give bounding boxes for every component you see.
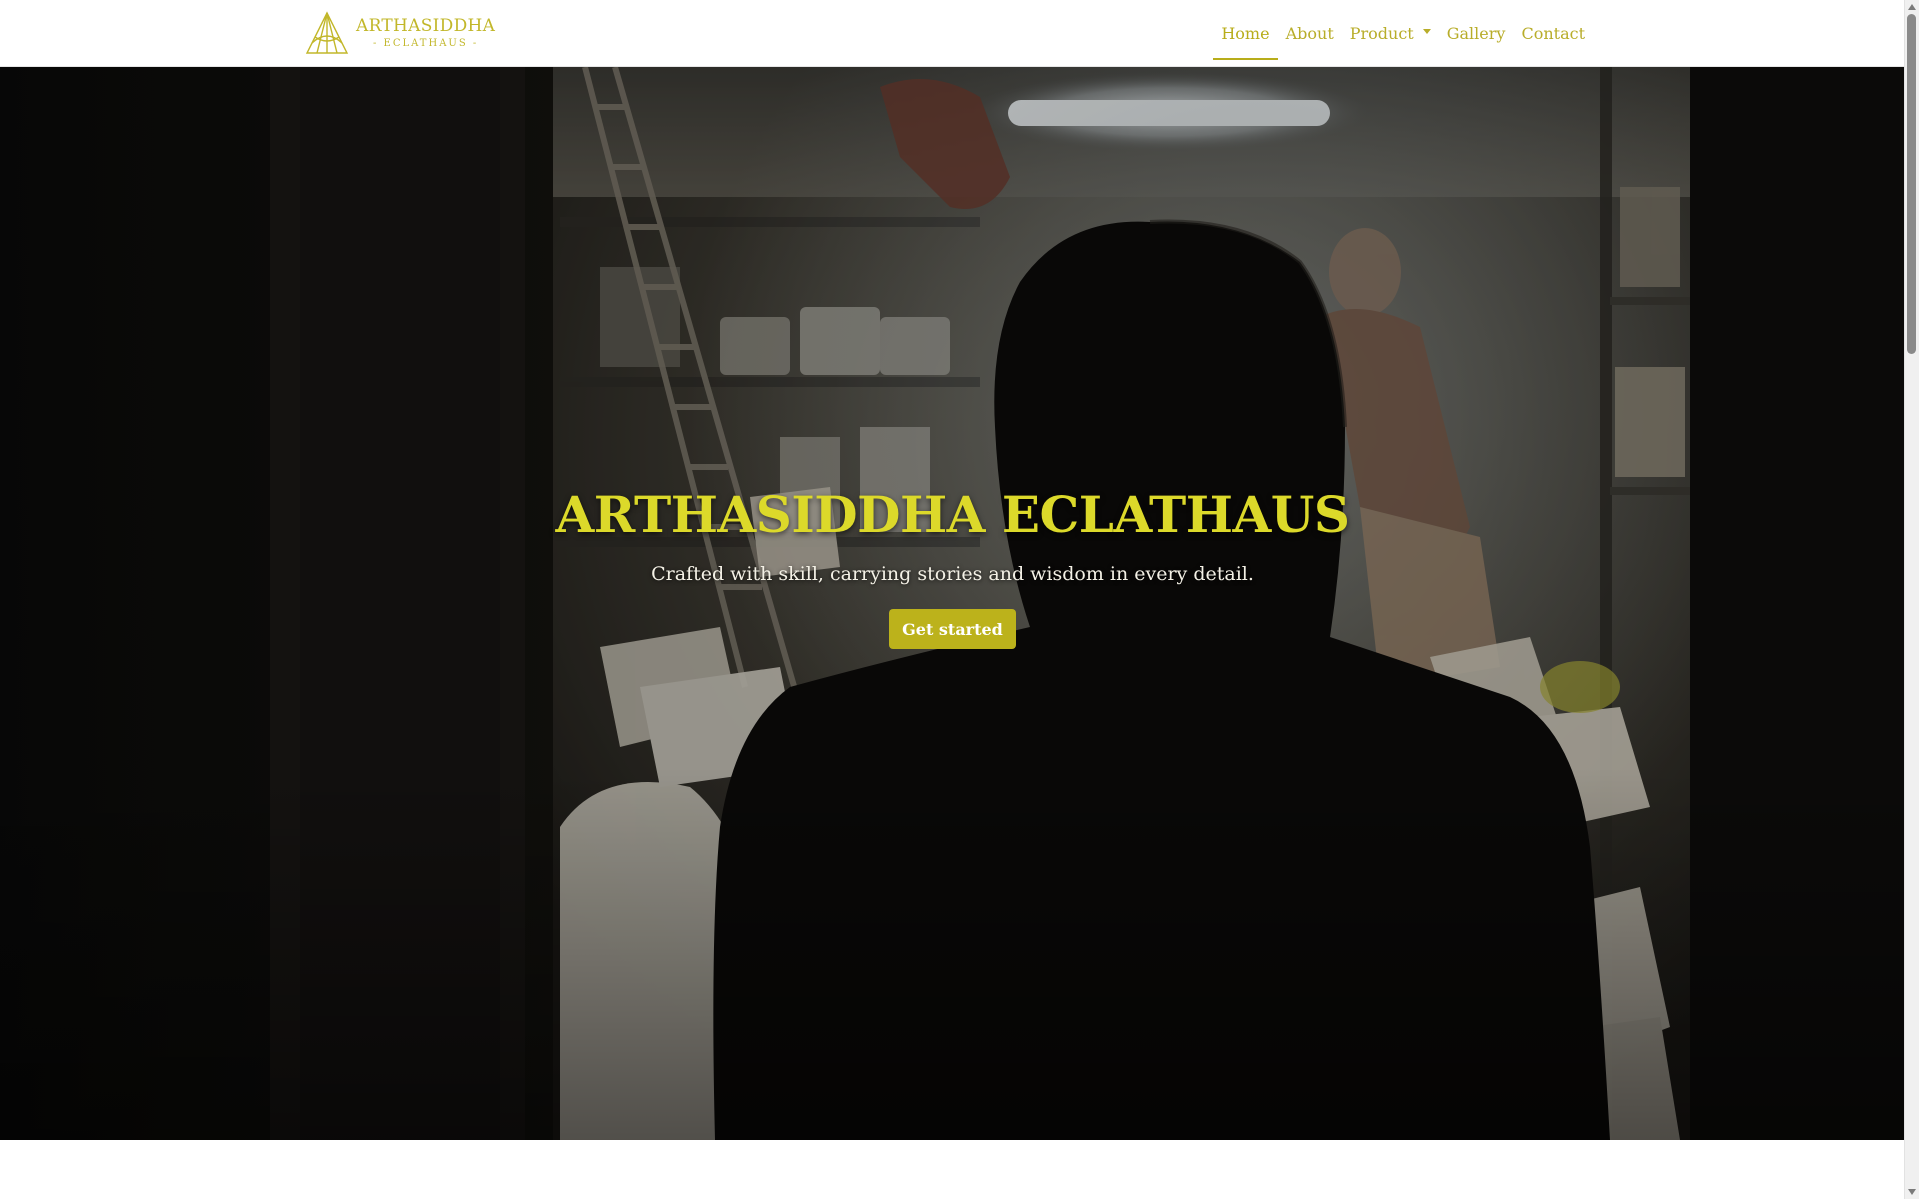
- hero-content: ARTHASIDDHA ECLATHAUS Crafted with skill…: [0, 67, 1905, 1140]
- scrollbar-thumb[interactable]: [1907, 14, 1916, 354]
- page-scrollbar[interactable]: [1904, 0, 1919, 1199]
- page: ARTHASIDDHA - ECLATHAUS - Home About Pro…: [0, 0, 1919, 1199]
- pyramid-logo-icon: [305, 11, 349, 54]
- brand-text: ARTHASIDDHA - ECLATHAUS -: [356, 15, 496, 49]
- scroll-down-arrow-icon[interactable]: [1908, 1189, 1916, 1195]
- hero-title: ARTHASIDDHA ECLATHAUS: [555, 485, 1350, 544]
- chevron-down-icon: [1422, 28, 1431, 34]
- nav-contact[interactable]: Contact: [1513, 6, 1593, 60]
- main-nav: Home About Product Gallery Contact: [1213, 0, 1593, 66]
- brand-link[interactable]: ARTHASIDDHA - ECLATHAUS -: [304, 11, 495, 55]
- nav-about[interactable]: About: [1278, 6, 1342, 60]
- brand-subtitle: - ECLATHAUS -: [372, 37, 479, 49]
- nav-home[interactable]: Home: [1213, 6, 1278, 60]
- scroll-up-arrow-icon[interactable]: [1908, 4, 1916, 10]
- nav-product-label: Product: [1349, 23, 1414, 43]
- below-hero-section: [0, 1140, 1905, 1199]
- navbar: ARTHASIDDHA - ECLATHAUS - Home About Pro…: [0, 0, 1905, 67]
- hero-subtitle: Crafted with skill, carrying stories and…: [651, 563, 1254, 585]
- nav-gallery[interactable]: Gallery: [1439, 6, 1514, 60]
- nav-product[interactable]: Product: [1342, 6, 1439, 60]
- get-started-button[interactable]: Get started: [889, 609, 1016, 649]
- hero-section: ARTHASIDDHA ECLATHAUS Crafted with skill…: [0, 67, 1905, 1140]
- brand-title: ARTHASIDDHA: [356, 15, 496, 36]
